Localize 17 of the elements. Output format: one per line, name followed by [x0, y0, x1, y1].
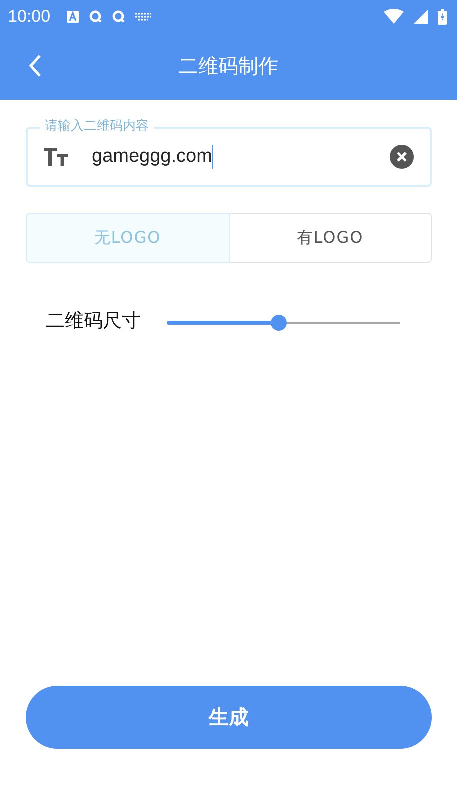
notification-icon: [66, 10, 79, 22]
size-slider[interactable]: [167, 315, 400, 331]
circle-icon: [112, 10, 125, 23]
battery-icon: [438, 8, 447, 24]
circle-icon: [88, 10, 102, 23]
slider-thumb[interactable]: [270, 315, 287, 331]
logo-option-tab[interactable]: 有LOGO: [230, 213, 432, 263]
signal-icon: [414, 10, 428, 24]
wifi-icon: [384, 9, 404, 24]
text-size-icon: [44, 148, 70, 166]
status-time: 10:00: [8, 6, 51, 26]
clear-icon[interactable]: [390, 145, 414, 169]
size-label: 二维码尺寸: [46, 309, 141, 334]
back-icon[interactable]: [28, 54, 42, 78]
field-value: gameggg.com: [92, 146, 212, 168]
keyboard-icon: [134, 12, 151, 20]
page-title: 二维码制作: [178, 53, 278, 80]
